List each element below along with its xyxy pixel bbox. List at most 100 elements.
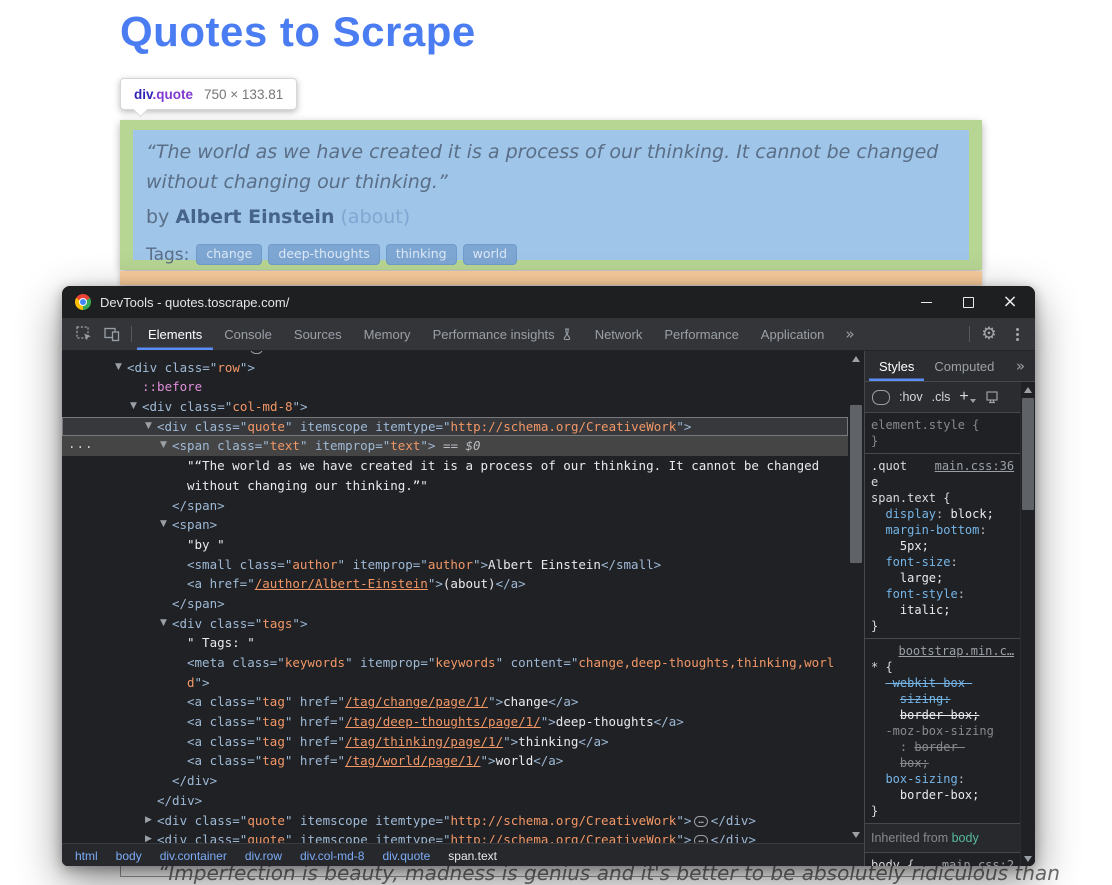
scrollbar-thumb[interactable] xyxy=(1022,398,1034,510)
sidebar-tab-computed[interactable]: Computed xyxy=(924,351,1004,381)
styles-filter-input[interactable] xyxy=(872,390,890,405)
tree-row[interactable]: "by " xyxy=(62,535,848,555)
new-style-rule-button[interactable]: + xyxy=(959,390,975,404)
tree-row[interactable]: <a href="/author/Albert-Einstein">(about… xyxy=(62,574,848,594)
maximize-button[interactable] xyxy=(953,288,983,316)
tree-row[interactable]: ...▼<span class="text" itemprop="text"> … xyxy=(62,436,848,456)
inherited-from-header[interactable]: Inherited from body xyxy=(865,824,1020,853)
tree-row[interactable]: ▼<span> xyxy=(62,515,848,535)
tree-row[interactable]: ▶<div class="quote" itemscope itemtype="… xyxy=(62,830,848,843)
more-sidebar-tabs-button[interactable]: » xyxy=(1006,357,1035,375)
tree-row[interactable]: d"> xyxy=(62,673,848,693)
tooltip-class-name: .quote xyxy=(153,87,194,102)
tree-row[interactable]: ::before xyxy=(62,377,848,397)
stylesheet-link[interactable]: main.css:2 xyxy=(942,857,1014,866)
tab-application[interactable]: Application xyxy=(750,318,836,350)
scrollbar-thumb[interactable] xyxy=(850,405,862,563)
tree-row[interactable]: … xyxy=(62,351,848,358)
stylesheet-link[interactable]: main.css:36 xyxy=(935,458,1014,474)
style-rule[interactable]: bootstrap.min.c…* { -webkit-box- sizing:… xyxy=(865,639,1020,824)
elements-scrollbar[interactable] xyxy=(848,351,864,843)
sidebar-tab-styles[interactable]: Styles xyxy=(869,351,924,381)
tab-performance[interactable]: Performance xyxy=(653,318,749,350)
inherited-node-link[interactable]: body xyxy=(952,831,979,845)
collapse-arrow-icon[interactable]: ▼ xyxy=(160,515,167,535)
adorner-ellipsis[interactable]: ... xyxy=(68,434,94,454)
author-about-link[interactable]: (about) xyxy=(341,206,411,228)
breadcrumb-body[interactable]: body xyxy=(107,849,151,863)
tag-pill[interactable]: world xyxy=(463,244,517,265)
tree-row[interactable]: </div> xyxy=(62,791,848,811)
tree-row[interactable]: </div> xyxy=(62,771,848,791)
settings-button[interactable]: ⚙ xyxy=(975,318,1003,350)
tab-performance-insights[interactable]: Performance insights xyxy=(422,318,584,350)
inline-expand-button[interactable]: … xyxy=(694,835,707,843)
breadcrumb-div.col-md-8[interactable]: div.col-md-8 xyxy=(291,849,373,863)
minimize-button[interactable] xyxy=(911,288,941,316)
tooltip-tag-name: div xyxy=(134,87,153,102)
more-tabs-button[interactable]: » xyxy=(835,325,864,343)
tab-elements[interactable]: Elements xyxy=(137,318,213,350)
collapse-arrow-icon[interactable]: ▼ xyxy=(130,397,137,417)
elements-panel: …▼<div class="row">::before▼<div class="… xyxy=(62,351,864,866)
tree-row[interactable]: <small class="author" itemprop="author">… xyxy=(62,555,848,575)
close-button[interactable]: × xyxy=(995,288,1025,316)
tree-row[interactable]: <a class="tag" href="/tag/thinking/page/… xyxy=(62,732,848,752)
breadcrumb-div.quote[interactable]: div.quote xyxy=(373,849,439,863)
scroll-down-icon[interactable] xyxy=(852,832,860,838)
tab-network[interactable]: Network xyxy=(584,318,654,350)
tree-row[interactable]: ▼<div class="col-md-8"> xyxy=(62,397,848,417)
breadcrumb-html[interactable]: html xyxy=(66,849,107,863)
quote-tags-row: Tags: changedeep-thoughtsthinkingworld xyxy=(146,244,956,265)
expand-arrow-icon[interactable]: ▶ xyxy=(145,811,152,831)
style-rule[interactable]: element.style {} xyxy=(865,413,1020,454)
tree-row[interactable]: "“The world as we have created it is a p… xyxy=(62,456,848,476)
customize-devtools-button[interactable] xyxy=(1003,318,1031,350)
tree-row[interactable]: ▶<div class="quote" itemscope itemtype="… xyxy=(62,811,848,831)
tree-row[interactable]: <a class="tag" href="/tag/world/page/1/"… xyxy=(62,751,848,771)
rendering-emulations-icon[interactable] xyxy=(985,390,999,404)
tag-pill[interactable]: thinking xyxy=(386,244,457,265)
breadcrumb-div.container[interactable]: div.container xyxy=(151,849,236,863)
tree-row[interactable]: <a class="tag" href="/tag/deep-thoughts/… xyxy=(62,712,848,732)
tab-memory[interactable]: Memory xyxy=(353,318,422,350)
toggle-element-classes-button[interactable]: .cls xyxy=(932,390,951,404)
inspect-highlight-content: “The world as we have created it is a pr… xyxy=(133,130,969,260)
scroll-up-icon[interactable] xyxy=(1024,387,1032,393)
tree-row[interactable]: ▼<div class="row"> xyxy=(62,358,848,378)
tree-row[interactable]: ▼<div class="tags"> xyxy=(62,614,848,634)
toggle-pseudo-classes-button[interactable]: :hov xyxy=(899,390,923,404)
tab-console[interactable]: Console xyxy=(213,318,283,350)
tree-row[interactable]: </span> xyxy=(62,594,848,614)
tag-pill[interactable]: deep-thoughts xyxy=(268,244,379,265)
tree-row[interactable]: ▼<div class="quote" itemscope itemtype="… xyxy=(62,417,848,437)
stylesheet-link[interactable]: bootstrap.min.c… xyxy=(898,643,1014,659)
breadcrumb-span.text[interactable]: span.text xyxy=(439,849,506,863)
collapse-arrow-icon[interactable]: ▼ xyxy=(160,614,167,634)
tree-row[interactable]: without changing our thinking.”" xyxy=(62,476,848,496)
tree-row[interactable]: " Tags: " xyxy=(62,633,848,653)
devtools-titlebar[interactable]: DevTools - quotes.toscrape.com/ × xyxy=(62,286,1035,318)
flask-icon xyxy=(561,328,573,341)
tree-row[interactable]: <meta class="keywords" itemprop="keyword… xyxy=(62,653,848,673)
tree-row[interactable]: </span> xyxy=(62,496,848,516)
tag-pill[interactable]: change xyxy=(196,244,262,265)
inspect-element-button[interactable] xyxy=(70,318,98,350)
inspect-tooltip: div.quote 750 × 133.81 xyxy=(120,78,297,110)
toolbar-divider xyxy=(131,326,132,342)
collapse-arrow-icon[interactable]: ▼ xyxy=(145,417,152,437)
style-rule[interactable]: .quotmain.css:36espan.text { display: bl… xyxy=(865,454,1020,639)
collapse-arrow-icon[interactable]: ▼ xyxy=(160,436,167,456)
scroll-down-icon[interactable] xyxy=(1024,856,1032,862)
style-rule[interactable]: body {main.css:2 xyxy=(865,853,1020,866)
breadcrumb-div.row[interactable]: div.row xyxy=(236,849,291,863)
device-toolbar-button[interactable] xyxy=(98,318,126,350)
styles-scrollbar[interactable] xyxy=(1020,382,1035,866)
tab-sources[interactable]: Sources xyxy=(283,318,353,350)
tree-row[interactable]: <a class="tag" href="/tag/change/page/1/… xyxy=(62,692,848,712)
expand-arrow-icon[interactable]: ▶ xyxy=(145,830,152,843)
inline-expand-button[interactable]: … xyxy=(250,351,263,354)
scroll-up-icon[interactable] xyxy=(852,356,860,362)
collapse-arrow-icon[interactable]: ▼ xyxy=(115,358,122,378)
inline-expand-button[interactable]: … xyxy=(694,816,707,827)
